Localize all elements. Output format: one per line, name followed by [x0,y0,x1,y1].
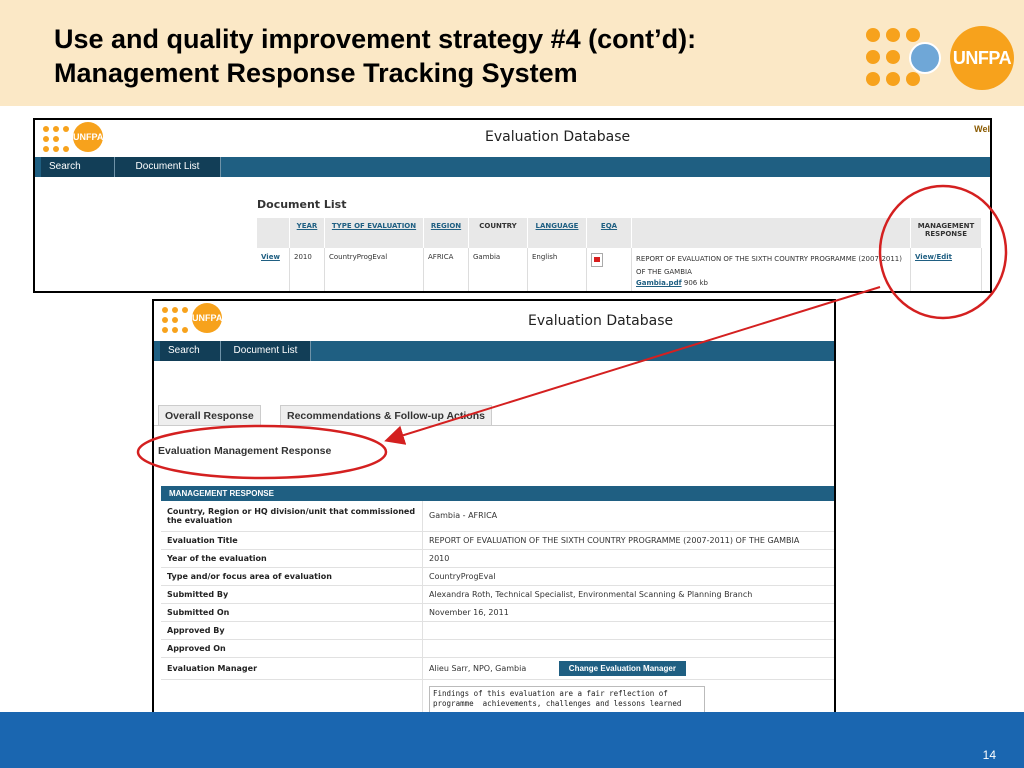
document-table: YEAR TYPE OF EVALUATION REGION COUNTRY L… [257,218,982,291]
label-year: Year of the evaluation [161,549,423,568]
file-link[interactable]: Gambia.pdf [636,279,682,287]
nav-document-list[interactable]: Document List [115,157,221,177]
nav-bar: Search Document List [154,341,834,361]
header-country: COUNTRY [468,218,528,248]
header-language[interactable]: LANGUAGE [527,218,587,248]
value-country: Gambia - AFRICA [422,501,834,532]
value-manager-cell: Alieu Sarr, NPO, Gambia Change Evaluatio… [422,657,834,680]
section-title: Evaluation Management Response [158,445,332,457]
label-title: Evaluation Title [161,531,423,550]
slide-title: Use and quality improvement strategy #4 … [54,22,696,90]
db-title: Evaluation Database [485,129,631,145]
management-response-screenshot: UNFPA Evaluation Database Search Documen… [152,299,836,747]
value-manager: Alieu Sarr, NPO, Gambia [429,663,527,673]
management-response-header: MANAGEMENT RESPONSE [161,486,834,501]
section-title: Document List [257,198,347,211]
welcome-text: Wel [974,124,990,134]
view-link[interactable]: View [261,253,280,261]
label-country: Country, Region or HQ division/unit that… [161,501,423,532]
table-row: Approved By [161,621,834,640]
cell-type: CountryProgEval [324,248,424,291]
table-row: Submitted On November 16, 2011 [161,603,834,622]
value-approved-on [422,639,834,658]
value-type: CountryProgEval [422,567,834,586]
table-row: Evaluation Manager Alieu Sarr, NPO, Gamb… [161,657,834,680]
db-logo-text: UNFPA [73,122,103,152]
file-size: 906 kb [683,279,708,287]
un-emblem-icon [909,42,941,74]
document-list-screenshot: UNFPA Evaluation Database Wel Search Doc… [33,118,992,293]
label-approved-by: Approved By [161,621,423,640]
page-number: 14 [982,748,996,762]
header-management-response: MANAGEMENT RESPONSE [910,218,982,248]
db-logo-text: UNFPA [192,303,222,333]
view-edit-link[interactable]: View/Edit [915,253,952,261]
nav-search[interactable]: Search [160,341,221,361]
table-row: Country, Region or HQ division/unit that… [161,501,834,532]
header-report [631,218,911,248]
table-row: Evaluation Title REPORT OF EVALUATION OF… [161,531,834,550]
value-submitted-on: November 16, 2011 [422,603,834,622]
db-title: Evaluation Database [528,313,674,329]
label-approved-on: Approved On [161,639,423,658]
header-eqa[interactable]: EQA [586,218,632,248]
table-row: Year of the evaluation 2010 [161,549,834,568]
management-response-table: Country, Region or HQ division/unit that… [161,501,834,742]
label-type: Type and/or focus area of evaluation [161,567,423,586]
unfpa-logo: UNFPA [866,24,1016,94]
value-approved-by [422,621,834,640]
tab-overall-response[interactable]: Overall Response [158,405,261,426]
header-year[interactable]: YEAR [289,218,325,248]
cell-year: 2010 [289,248,325,291]
db-logo: UNFPA [162,303,252,335]
slide-title-line2: Management Response Tracking System [54,58,578,88]
cell-region: AFRICA [423,248,469,291]
label-submitted-by: Submitted By [161,585,423,604]
cell-language: English [527,248,587,291]
table-row: View 2010 CountryProgEval AFRICA Gambia … [257,248,982,291]
slide-header: Use and quality improvement strategy #4 … [0,0,1024,106]
table-row: Type and/or focus area of evaluation Cou… [161,567,834,586]
label-manager: Evaluation Manager [161,657,423,680]
tab-recommendations[interactable]: Recommendations & Follow-up Actions [280,405,492,426]
nav-search[interactable]: Search [41,157,115,177]
db-logo: UNFPA [43,122,133,154]
value-year: 2010 [422,549,834,568]
nav-bar: Search Document List [35,157,990,177]
change-manager-button[interactable]: Change Evaluation Manager [558,660,686,676]
label-submitted-on: Submitted On [161,603,423,622]
cell-report: REPORT OF EVALUATION OF THE SIXTH COUNTR… [631,248,911,291]
tab-divider [154,425,834,426]
header-type[interactable]: TYPE OF EVALUATION [324,218,424,248]
report-title: REPORT OF EVALUATION OF THE SIXTH COUNTR… [636,255,902,276]
pdf-icon[interactable] [591,253,603,267]
footer-band: 14 [0,712,1024,768]
header-region[interactable]: REGION [423,218,469,248]
value-submitted-by: Alexandra Roth, Technical Specialist, En… [422,585,834,604]
table-row: Submitted By Alexandra Roth, Technical S… [161,585,834,604]
cell-country: Gambia [468,248,528,291]
db-header: UNFPA Evaluation Database [154,301,834,337]
table-header-row: YEAR TYPE OF EVALUATION REGION COUNTRY L… [257,218,982,248]
logo-wordmark: UNFPA [950,26,1014,90]
table-row: Approved On [161,639,834,658]
slide-title-line1: Use and quality improvement strategy #4 … [54,24,697,54]
db-header: UNFPA Evaluation Database Wel [35,120,990,156]
value-title: REPORT OF EVALUATION OF THE SIXTH COUNTR… [422,531,834,550]
nav-document-list[interactable]: Document List [221,341,311,361]
header-view [257,218,290,248]
